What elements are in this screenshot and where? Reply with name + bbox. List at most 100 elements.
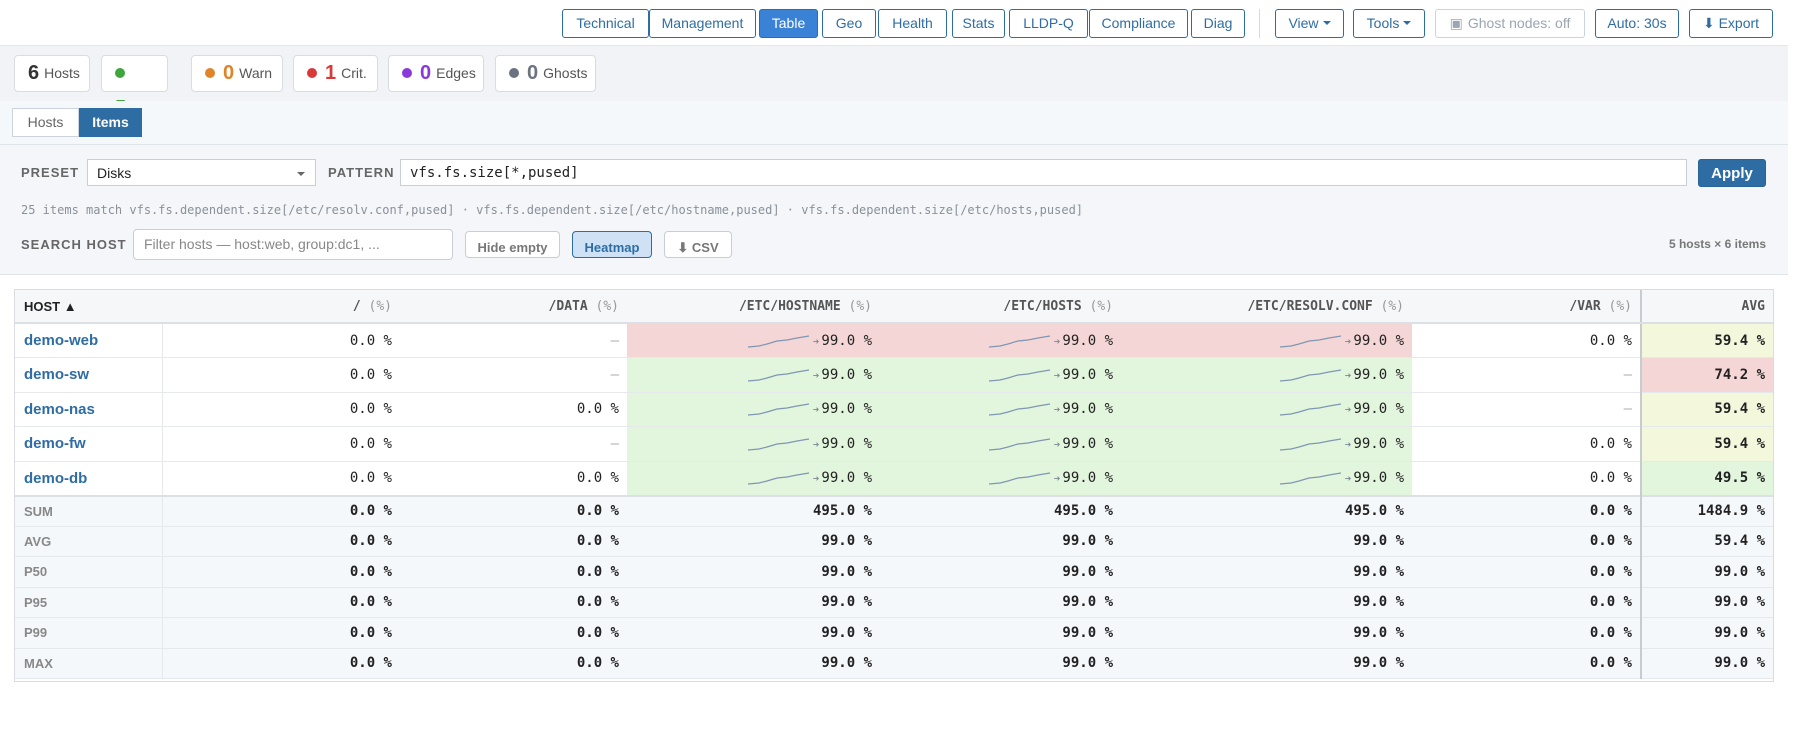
column-header[interactable]: /ETC/HOSTNAME (%) <box>627 290 880 324</box>
column-unit: (%) <box>595 298 619 314</box>
heatmap-toggle[interactable]: Heatmap <box>572 231 652 258</box>
summary-cell: 0.0 % <box>1589 533 1632 550</box>
table-cell[interactable]: 0.0 % <box>400 392 627 427</box>
apply-button[interactable]: Apply <box>1698 159 1766 187</box>
stat-crit[interactable]: 1 Crit. <box>293 55 378 92</box>
top-navbar: Technical Management Table Geo Health Stats LL… <box>0 0 1788 46</box>
table-cell[interactable]: – <box>400 427 627 462</box>
trend-arrow-icon: ➔ <box>812 368 820 382</box>
table-cell[interactable]: – <box>400 358 627 393</box>
table-cell[interactable]: ➔ 99.0 % <box>1121 426 1412 461</box>
search-host-input[interactable]: Filter hosts — host:web, group:dc1, ... <box>133 229 453 260</box>
trend-arrow-icon: ➔ <box>1053 334 1061 348</box>
stat-hosts[interactable]: 6 Hosts <box>14 55 90 92</box>
summary-label: MAX <box>15 648 163 679</box>
table-cell[interactable]: 0.0 % <box>1412 461 1641 496</box>
stat-label: Warn <box>239 65 273 81</box>
column-header[interactable]: /VAR (%) <box>1412 290 1641 324</box>
sparkline-icon <box>988 369 1050 382</box>
table-cell[interactable]: 0.0 % <box>400 461 627 496</box>
table-cell[interactable]: 0.0 % <box>1412 323 1641 358</box>
nav-tab-table[interactable]: Table <box>759 9 818 38</box>
nav-tab-stats[interactable]: Stats <box>952 9 1005 38</box>
table-cell[interactable]: ➔ 99.0 % <box>880 426 1121 461</box>
stat-ghosts[interactable]: 0 Ghosts <box>495 55 596 92</box>
hide-empty-button[interactable]: Hide empty <box>465 231 560 258</box>
ghost-nodes-toggle[interactable]: ▣ Ghost nodes: off <box>1435 9 1585 38</box>
nav-tab-lldp-q[interactable]: LLDP-Q <box>1009 9 1088 38</box>
dimensions-info: 5 hosts × 6 items <box>1668 237 1766 251</box>
table-cell[interactable]: ➔ 99.0 % <box>880 357 1121 392</box>
table-cell[interactable]: – <box>400 323 627 358</box>
tab-hosts[interactable]: Hosts <box>12 108 79 137</box>
column-header[interactable]: /ETC/HOSTS (%) <box>880 290 1121 324</box>
avg-column-header[interactable]: AVG <box>1640 290 1773 324</box>
nav-tab-geo[interactable]: Geo <box>822 9 876 38</box>
table-cell[interactable]: 0.0 % <box>1412 427 1641 462</box>
trend-arrow-icon: ➔ <box>812 334 820 348</box>
table-cell[interactable]: ➔ 99.0 % <box>880 323 1121 358</box>
preset-select[interactable]: Disks <box>87 159 316 186</box>
table-cell[interactable]: 0.0 % <box>162 461 400 496</box>
sparkline-icon <box>747 369 809 382</box>
table-cell[interactable]: ➔ 99.0 % <box>627 392 880 427</box>
table-cell[interactable]: 0.0 % <box>162 323 400 358</box>
column-unit: (%) <box>1089 298 1113 314</box>
nav-tab-diag[interactable]: Diag <box>1191 9 1245 38</box>
nav-separator <box>1259 9 1260 38</box>
sparkline-icon <box>1279 334 1341 348</box>
table-cell[interactable]: ➔ 99.0 % <box>1121 357 1412 392</box>
summary-cell: 0.0 % <box>349 503 392 519</box>
table-row: demo-fw 0.0 % – ➔ 99.0 % ➔ 99.0 % ➔ 99.0 % 0.0 % 5… <box>15 426 1773 462</box>
table-cell[interactable]: ➔ 99.0 % <box>880 461 1121 496</box>
table-cell[interactable]: ➔ 99.0 % <box>1121 392 1412 427</box>
table-cell[interactable]: ➔ 99.0 % <box>1121 461 1412 496</box>
app-root: Technical Management Table Geo Health Stats LL… <box>0 0 1800 746</box>
stat-warn[interactable]: 0 Warn <box>191 55 283 92</box>
table-cell[interactable]: – <box>1412 392 1641 427</box>
pattern-input[interactable]: vfs.fs.size[*,pused] <box>400 159 1687 186</box>
table-cell[interactable]: 0.0 % <box>162 358 400 393</box>
host-link[interactable]: demo-web <box>15 323 163 358</box>
table-cell[interactable]: – <box>1412 358 1641 393</box>
stat-edges[interactable]: 0 Edges <box>388 55 484 92</box>
host-link[interactable]: demo-nas <box>15 392 163 427</box>
sparkline-icon <box>1279 472 1341 485</box>
tools-menu-button[interactable]: Tools <box>1353 9 1425 38</box>
host-link[interactable]: demo-fw <box>15 426 163 461</box>
nav-tab-health[interactable]: Health <box>878 9 947 38</box>
nav-tab-management[interactable]: Management <box>649 9 756 38</box>
host-link[interactable]: demo-sw <box>15 357 163 392</box>
nav-tab-technical[interactable]: Technical <box>562 9 649 38</box>
csv-button[interactable]: ⬇ CSV <box>664 231 732 258</box>
stat-ok[interactable]: 5OK <box>101 55 168 119</box>
table-cell[interactable]: ➔ 99.0 % <box>627 426 880 461</box>
subtab-bar: Hosts Items <box>0 101 1788 145</box>
column-header[interactable]: / (%) <box>162 290 400 324</box>
table-cell[interactable]: 0.0 % <box>162 392 400 427</box>
column-header[interactable]: /DATA (%) <box>400 290 627 324</box>
export-button[interactable]: ⬇ Export <box>1689 9 1773 38</box>
cell-value: 99.0 % <box>1062 332 1113 349</box>
table-cell[interactable]: 0.0 % <box>162 427 400 462</box>
nav-tab-compliance[interactable]: Compliance <box>1089 9 1188 38</box>
host-column-header[interactable]: HOST ▲ <box>15 290 162 324</box>
tab-items[interactable]: Items <box>79 108 142 137</box>
summary-avg-cell: 99.0 % <box>1640 556 1773 587</box>
table-cell[interactable]: ➔ 99.0 % <box>627 357 880 392</box>
stat-label: Crit. <box>341 65 367 81</box>
column-header[interactable]: /ETC/RESOLV.CONF (%) <box>1121 290 1412 324</box>
column-name: /DATA <box>548 298 588 314</box>
status-dot-icon <box>115 68 125 78</box>
host-link[interactable]: demo-db <box>15 461 163 496</box>
summary-cell: 99.0 % <box>1353 594 1404 611</box>
view-menu-button[interactable]: View <box>1275 9 1344 38</box>
table-cell[interactable]: ➔ 99.0 % <box>1121 323 1412 358</box>
search-host-label: SEARCH HOST <box>21 237 127 252</box>
table-cell[interactable]: ➔ 99.0 % <box>627 323 880 358</box>
cell-value: – <box>1623 366 1632 383</box>
auto-refresh-button[interactable]: Auto: 30s <box>1595 9 1679 38</box>
table-cell[interactable]: ➔ 99.0 % <box>627 461 880 496</box>
table-row: demo-web 0.0 % – ➔ 99.0 % ➔ 99.0 % ➔ 99.0 % 0.0 %… <box>15 323 1773 358</box>
table-cell[interactable]: ➔ 99.0 % <box>880 392 1121 427</box>
